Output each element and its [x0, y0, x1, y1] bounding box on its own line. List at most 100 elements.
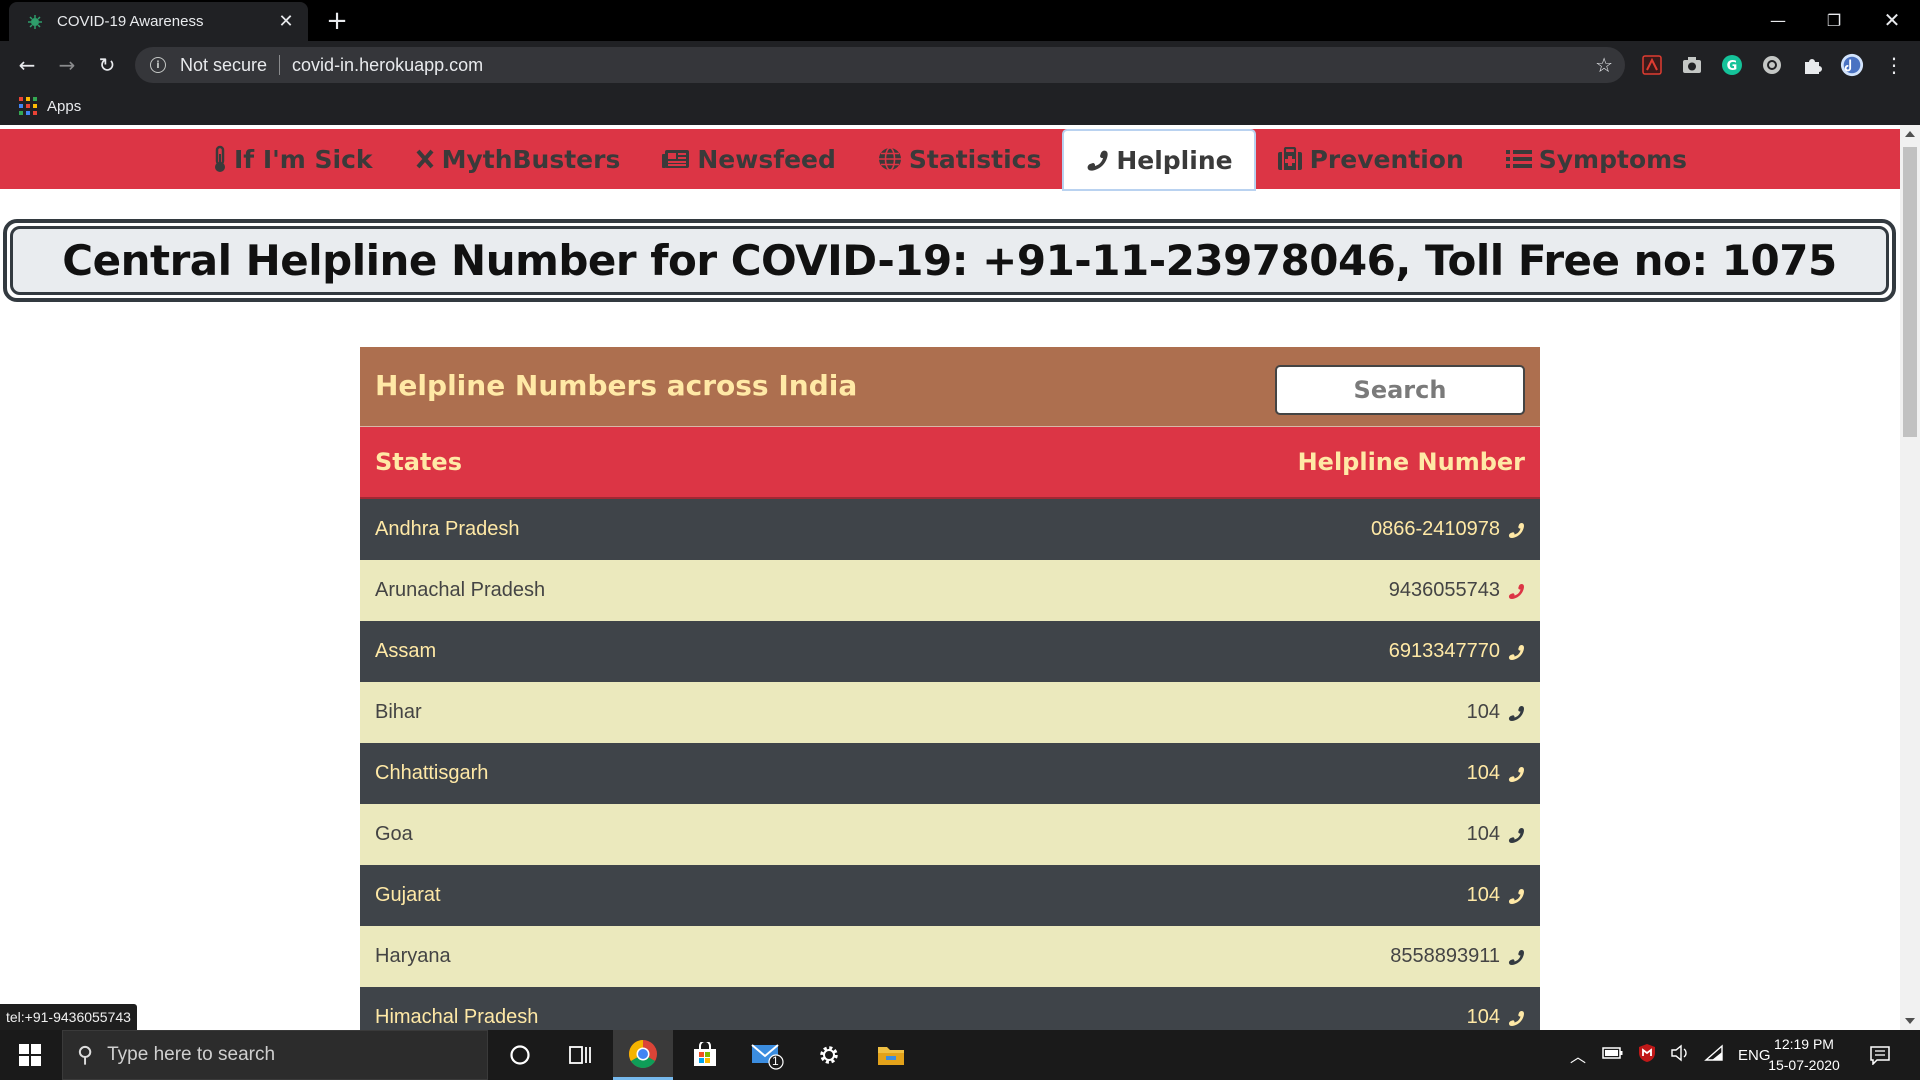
helpline-number[interactable]: 104 [1467, 884, 1500, 907]
phone-icon[interactable] [1507, 765, 1525, 783]
helpline-number-link[interactable]: 0866-2410978 [1371, 518, 1525, 541]
phone-icon[interactable] [1507, 643, 1525, 661]
window-restore-icon[interactable]: ❐ [1806, 0, 1862, 40]
phone-icon[interactable] [1507, 521, 1525, 539]
nav-symptoms[interactable]: Symptoms [1485, 129, 1708, 189]
info-icon[interactable]: i [150, 57, 166, 73]
profile-avatar[interactable] [1840, 53, 1864, 77]
notification-center-icon[interactable] [1850, 1030, 1910, 1080]
helpline-number-link[interactable]: 104 [1467, 1006, 1525, 1029]
taskbar-search-placeholder: Type here to search [107, 1044, 276, 1065]
scroll-down-arrow-icon[interactable] [1905, 1018, 1915, 1024]
bookmarks-bar: Apps [0, 89, 1920, 125]
nav-mythbusters[interactable]: MythBusters [394, 129, 642, 189]
link-status-bubble: tel:+91-9436055743 [0, 1004, 137, 1030]
show-hidden-icons-chevron-icon[interactable]: ︿ [1570, 1043, 1586, 1067]
nav-if-im-sick[interactable]: If I'm Sick [192, 129, 394, 189]
record-extension-icon[interactable] [1760, 53, 1784, 77]
helpline-number[interactable]: 104 [1467, 823, 1500, 846]
table-row: Andhra Pradesh 0866-2410978 [360, 499, 1540, 560]
helpline-number[interactable]: 0866-2410978 [1371, 518, 1500, 541]
tab-title: COVID-19 Awareness [57, 13, 204, 30]
state-name: Assam [375, 640, 437, 662]
helpline-number[interactable]: 6913347770 [1389, 640, 1500, 663]
forward-arrow-icon[interactable]: → [51, 49, 83, 81]
address-bar[interactable]: i Not secure covid-in.herokuapp.com ☆ [135, 47, 1625, 83]
helpline-card-header: Helpline Numbers across India Search [360, 347, 1540, 427]
nav-statistics[interactable]: Statistics [857, 129, 1062, 189]
nav-newsfeed[interactable]: Newsfeed [641, 129, 857, 189]
bookmark-star-icon[interactable]: ☆ [1595, 53, 1613, 77]
virus-favicon-icon [28, 14, 42, 29]
extensions-puzzle-icon[interactable] [1800, 53, 1824, 77]
apps-shortcut[interactable]: Apps [19, 97, 81, 115]
store-taskbar-icon[interactable] [675, 1030, 735, 1080]
reload-icon[interactable]: ↻ [91, 49, 123, 81]
phone-icon[interactable] [1507, 1009, 1525, 1027]
search-input[interactable]: Search [1275, 364, 1525, 415]
chrome-taskbar-icon[interactable] [613, 1030, 673, 1080]
battery-icon[interactable] [1602, 1046, 1624, 1064]
phone-icon[interactable] [1507, 826, 1525, 844]
omnibox-divider [279, 55, 281, 75]
state-name: Bihar [375, 701, 422, 723]
helpline-number-link[interactable]: 8558893911 [1390, 945, 1525, 968]
helpline-number[interactable]: 9436055743 [1389, 579, 1500, 602]
mcafee-shield-icon[interactable] [1638, 1043, 1656, 1067]
phone-icon[interactable] [1507, 887, 1525, 905]
scrollbar-thumb[interactable] [1903, 147, 1917, 437]
nav-label: MythBusters [441, 144, 621, 174]
page-scrollbar[interactable] [1900, 125, 1920, 1030]
table-row: Haryana 8558893911 [360, 926, 1540, 987]
helpline-number-link[interactable]: 9436055743 [1389, 579, 1525, 602]
mail-taskbar-icon[interactable]: 1 [737, 1030, 797, 1080]
nav-label: Newsfeed [697, 144, 836, 174]
url-text[interactable]: covid-in.herokuapp.com [292, 55, 1595, 76]
back-arrow-icon[interactable]: ← [11, 49, 43, 81]
phone-icon[interactable] [1507, 582, 1525, 600]
state-name: Goa [375, 823, 413, 845]
grammarly-extension-icon[interactable]: G [1720, 53, 1744, 77]
phone-icon[interactable] [1507, 704, 1525, 722]
file-explorer-icon[interactable] [861, 1030, 921, 1080]
helpline-number-link[interactable]: 6913347770 [1389, 640, 1525, 663]
table-row: Arunachal Pradesh 9436055743 [360, 560, 1540, 621]
task-view-icon[interactable] [550, 1030, 610, 1080]
browser-menu-icon[interactable]: ⋮ [1878, 49, 1910, 81]
helpline-number[interactable]: 8558893911 [1390, 945, 1500, 968]
helpline-number-link[interactable]: 104 [1467, 762, 1525, 785]
helpline-number[interactable]: 104 [1467, 1006, 1500, 1029]
wifi-icon[interactable] [1704, 1044, 1724, 1066]
new-tab-icon[interactable]: + [322, 6, 352, 36]
helpline-number-link[interactable]: 104 [1467, 701, 1525, 724]
central-helpline-text: Central Helpline Number for COVID-19: +9… [10, 226, 1889, 295]
screen: COVID-19 Awareness ✕ + — ❐ ✕ ← → ↻ i Not… [0, 0, 1920, 1080]
nav-label: If I'm Sick [233, 144, 373, 174]
times-icon [415, 148, 435, 170]
nav-label: Helpline [1116, 145, 1233, 175]
browser-tab[interactable]: COVID-19 Awareness ✕ [9, 2, 308, 41]
svg-text:G: G [1727, 59, 1738, 74]
taskbar-search-box[interactable]: ⚲ Type here to search [62, 1030, 488, 1080]
scroll-up-arrow-icon[interactable] [1905, 131, 1915, 137]
pdf-extension-icon[interactable] [1640, 53, 1664, 77]
window-close-icon[interactable]: ✕ [1864, 0, 1920, 40]
taskbar-clock[interactable]: 12:19 PM 15-07-2020 [1760, 1034, 1848, 1076]
phone-icon[interactable] [1507, 948, 1525, 966]
security-label[interactable]: Not secure [180, 55, 267, 76]
nav-label: Symptoms [1538, 144, 1688, 174]
camera-extension-icon[interactable] [1680, 53, 1704, 77]
windows-start-icon[interactable] [0, 1030, 60, 1080]
nav-helpline[interactable]: Helpline [1062, 129, 1256, 191]
window-minimize-icon[interactable]: — [1750, 0, 1806, 40]
helpline-number-link[interactable]: 104 [1467, 823, 1525, 846]
helpline-number[interactable]: 104 [1467, 762, 1500, 785]
cortana-icon[interactable] [490, 1030, 550, 1080]
helpline-number-link[interactable]: 104 [1467, 884, 1525, 907]
tab-close-icon[interactable]: ✕ [274, 11, 298, 32]
column-header-helpline-number: Helpline Number [1297, 448, 1525, 476]
settings-gear-icon[interactable] [799, 1030, 859, 1080]
helpline-number[interactable]: 104 [1467, 701, 1500, 724]
nav-prevention[interactable]: Prevention [1256, 129, 1485, 189]
volume-icon[interactable] [1670, 1044, 1690, 1066]
